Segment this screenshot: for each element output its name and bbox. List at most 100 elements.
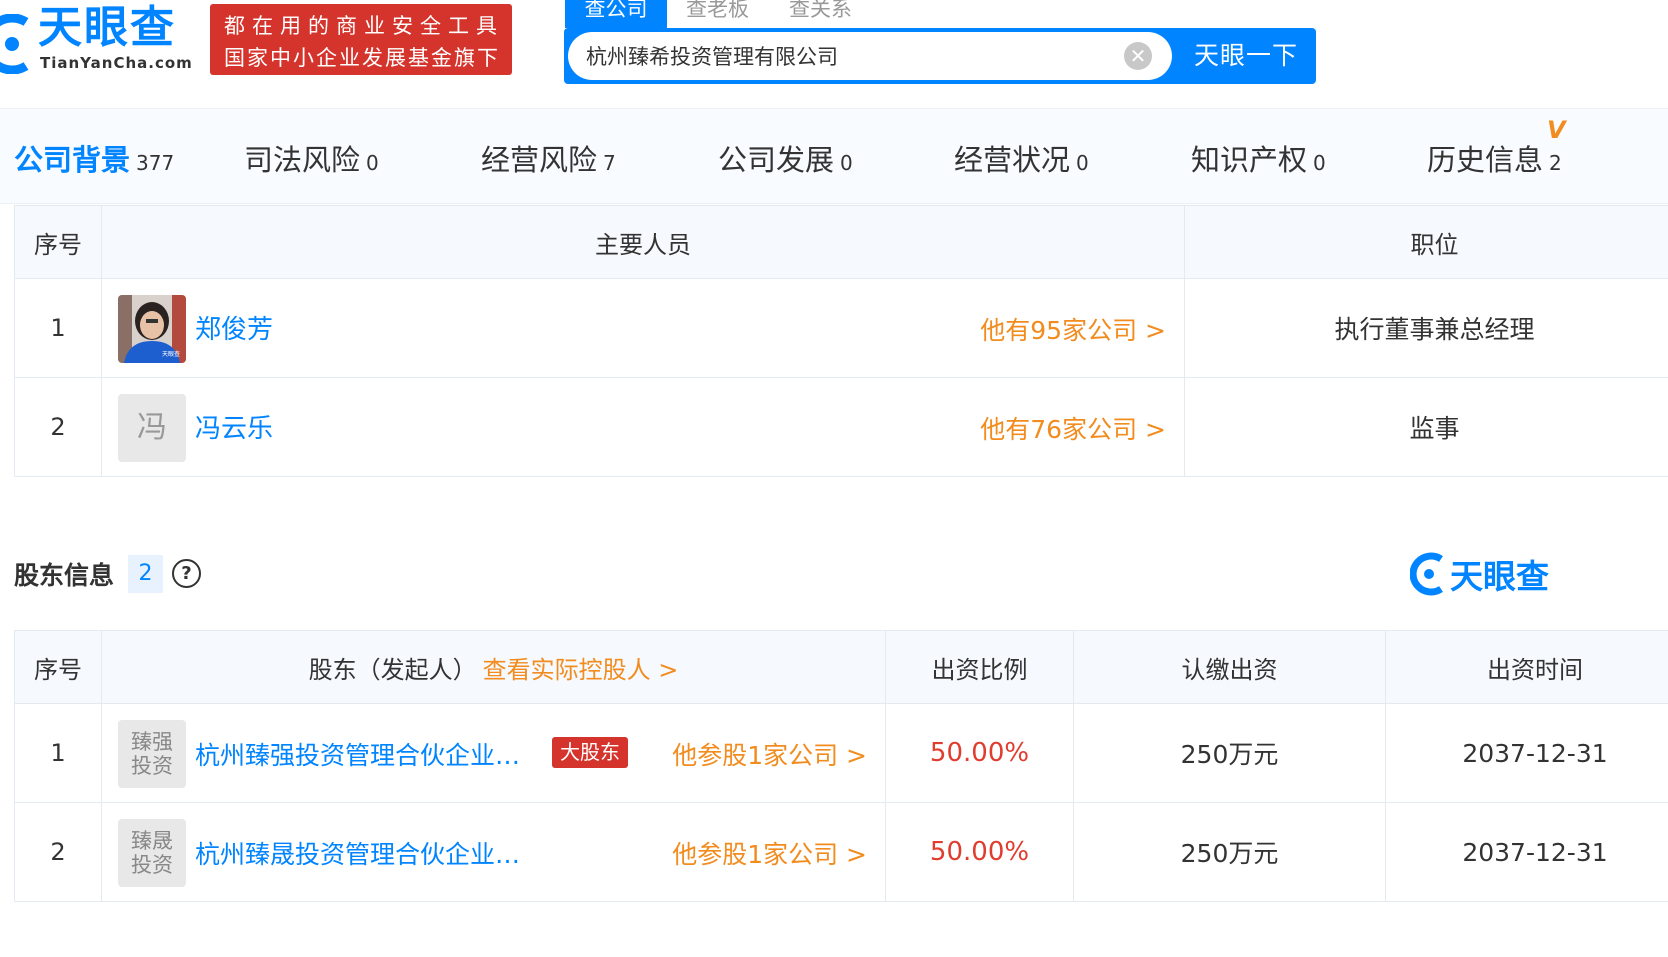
table-header-row: 序号 股东（发起人） 查看实际控股人 > 出资比例 认缴出资 出资时间	[14, 630, 1668, 704]
avatar-line1: 臻强	[131, 730, 173, 754]
person-companies-link[interactable]: 他有95家公司 >	[980, 311, 1166, 347]
help-icon[interactable]: ?	[172, 559, 201, 588]
row-index: 1	[14, 278, 102, 378]
company-avatar[interactable]: 臻晟 投资	[118, 819, 186, 887]
shareholders-table: 序号 股东（发起人） 查看实际控股人 > 出资比例 认缴出资 出资时间 1 臻强 …	[14, 630, 1668, 902]
date-cell: 2037-12-31	[1385, 802, 1668, 902]
table-row: 2 冯 冯云乐 他有76家公司 > 监事	[14, 377, 1668, 477]
col-date-header: 出资时间	[1385, 630, 1668, 704]
nav-count: 2	[1549, 151, 1562, 175]
logo-subtitle: TianYanCha.com	[40, 54, 193, 72]
nav-label: 公司背景	[14, 143, 131, 177]
col-holder-header: 股东（发起人） 查看实际控股人 >	[101, 630, 886, 704]
nav-operation-risk[interactable]: 经营风险 7	[481, 137, 616, 179]
major-shareholder-badge: 大股东	[552, 737, 628, 768]
person-cell: 冯 冯云乐 他有76家公司 >	[101, 377, 1185, 477]
date-cell: 2037-12-31	[1385, 703, 1668, 803]
tab-search-boss[interactable]: 查老板	[686, 0, 749, 28]
col-index-header: 序号	[14, 205, 102, 279]
vip-badge: V	[1547, 116, 1566, 144]
logo-text: 天眼查	[38, 2, 176, 53]
search-box: ✕ 天眼一下	[564, 28, 1316, 84]
nav-count: 377	[136, 151, 175, 175]
nav-label: 经营状况	[954, 143, 1071, 177]
tab-search-company[interactable]: 查公司	[565, 0, 667, 28]
nav-label: 历史信息	[1427, 143, 1544, 177]
shareholders-count-badge: 2	[128, 555, 163, 593]
row-index: 2	[14, 802, 102, 902]
holder-wrap: 臻强 投资 杭州臻强投资管理合伙企业… 大股东 他参股1家公司 >	[102, 704, 885, 802]
logo-eye-icon	[1410, 552, 1443, 596]
nav-label: 知识产权	[1191, 143, 1308, 177]
avatar[interactable]: 天眼查	[118, 295, 186, 363]
person-wrap: 冯 冯云乐 他有76家公司 >	[102, 378, 1184, 476]
banner-line1: 都在用的商业安全工具	[224, 14, 504, 38]
staff-table: 序号 主要人员 职位 1 天眼查 郑俊芳 他有95家公司 > 执行董事兼总经理 …	[14, 205, 1668, 477]
clear-icon[interactable]: ✕	[1124, 42, 1152, 70]
holder-investments-link[interactable]: 他参股1家公司 >	[672, 835, 867, 871]
holder-name-link[interactable]: 杭州臻晟投资管理合伙企业…	[195, 835, 540, 871]
svg-text:天眼查: 天眼查	[162, 350, 180, 358]
company-avatar[interactable]: 臻强 投资	[118, 720, 186, 788]
logo[interactable]: 天眼查 TianYanCha.com	[0, 0, 200, 80]
nav-count: 0	[1076, 151, 1089, 175]
nav-history-info[interactable]: 历史信息 2	[1427, 137, 1562, 179]
promo-banner[interactable]: 都在用的商业安全工具 国家中小企业发展基金旗下	[210, 4, 512, 75]
col-index-header: 序号	[14, 630, 102, 704]
nav-count: 0	[366, 151, 379, 175]
col-position-header: 职位	[1184, 205, 1668, 279]
holder-name-link[interactable]: 杭州臻强投资管理合伙企业…	[195, 736, 540, 772]
avatar-line2: 投资	[131, 853, 173, 877]
nav-company-background[interactable]: 公司背景 377	[14, 137, 174, 179]
nav-label: 经营风险	[481, 143, 598, 177]
tab-search-relation[interactable]: 查关系	[789, 0, 852, 28]
search-input[interactable]	[568, 32, 1172, 80]
table-row: 1 臻强 投资 杭州臻强投资管理合伙企业… 大股东 他参股1家公司 > 50.0…	[14, 703, 1668, 803]
nav-company-development[interactable]: 公司发展 0	[718, 137, 853, 179]
amount-cell: 250万元	[1073, 703, 1386, 803]
nav-judicial-risk[interactable]: 司法风险 0	[244, 137, 379, 179]
row-index: 2	[14, 377, 102, 477]
ratio-cell: 50.00%	[885, 703, 1074, 803]
avatar-line2: 投资	[131, 754, 173, 778]
person-cell: 天眼查 郑俊芳 他有95家公司 >	[101, 278, 1185, 378]
nav-count: 7	[603, 151, 616, 175]
position-cell: 监事	[1184, 377, 1668, 477]
person-companies-link[interactable]: 他有76家公司 >	[980, 410, 1166, 446]
holder-header-label: 股东（发起人）	[308, 655, 477, 684]
holder-wrap: 臻晟 投资 杭州臻晟投资管理合伙企业… 他参股1家公司 >	[102, 803, 885, 901]
nav-count: 0	[1313, 151, 1326, 175]
holder-cell: 臻强 投资 杭州臻强投资管理合伙企业… 大股东 他参股1家公司 >	[101, 703, 886, 803]
section-nav: 公司背景 377 司法风险 0 经营风险 7 公司发展 0 经营状况 0 知识产权 0 历史…	[0, 108, 1668, 204]
nav-count: 0	[840, 151, 853, 175]
col-person-header: 主要人员	[101, 205, 1185, 279]
table-header-row: 序号 主要人员 职位	[14, 205, 1668, 279]
avatar-line1: 臻晟	[131, 829, 173, 853]
logo-eye-icon	[0, 14, 29, 74]
banner-line2: 国家中小企业发展基金旗下	[224, 46, 500, 70]
col-ratio-header: 出资比例	[885, 630, 1074, 704]
nav-intellectual-property[interactable]: 知识产权 0	[1191, 137, 1326, 179]
row-index: 1	[14, 703, 102, 803]
avatar[interactable]: 冯	[118, 394, 186, 462]
actual-controller-link[interactable]: 查看实际控股人 >	[483, 656, 679, 684]
amount-cell: 250万元	[1073, 802, 1386, 902]
person-name-link[interactable]: 冯云乐	[195, 408, 273, 445]
nav-label: 公司发展	[718, 143, 835, 177]
person-wrap: 天眼查 郑俊芳 他有95家公司 >	[102, 279, 1184, 377]
person-photo-icon: 天眼查	[118, 295, 186, 363]
table-row: 2 臻晟 投资 杭州臻晟投资管理合伙企业… 他参股1家公司 > 50.00% 2…	[14, 802, 1668, 902]
watermark-text: 天眼查	[1450, 557, 1549, 596]
holder-investments-link[interactable]: 他参股1家公司 >	[672, 736, 867, 772]
ratio-cell: 50.00%	[885, 802, 1074, 902]
person-name-link[interactable]: 郑俊芳	[195, 309, 273, 346]
position-cell: 执行董事兼总经理	[1184, 278, 1668, 378]
table-row: 1 天眼查 郑俊芳 他有95家公司 > 执行董事兼总经理	[14, 278, 1668, 378]
header: 天眼查 TianYanCha.com 都在用的商业安全工具 国家中小企业发展基金…	[0, 0, 1668, 108]
search-button[interactable]: 天眼一下	[1176, 28, 1316, 84]
col-amount-header: 认缴出资	[1073, 630, 1386, 704]
shareholders-title: 股东信息	[14, 561, 115, 590]
nav-label: 司法风险	[244, 143, 361, 177]
nav-operation-status[interactable]: 经营状况 0	[954, 137, 1089, 179]
holder-cell: 臻晟 投资 杭州臻晟投资管理合伙企业… 他参股1家公司 >	[101, 802, 886, 902]
